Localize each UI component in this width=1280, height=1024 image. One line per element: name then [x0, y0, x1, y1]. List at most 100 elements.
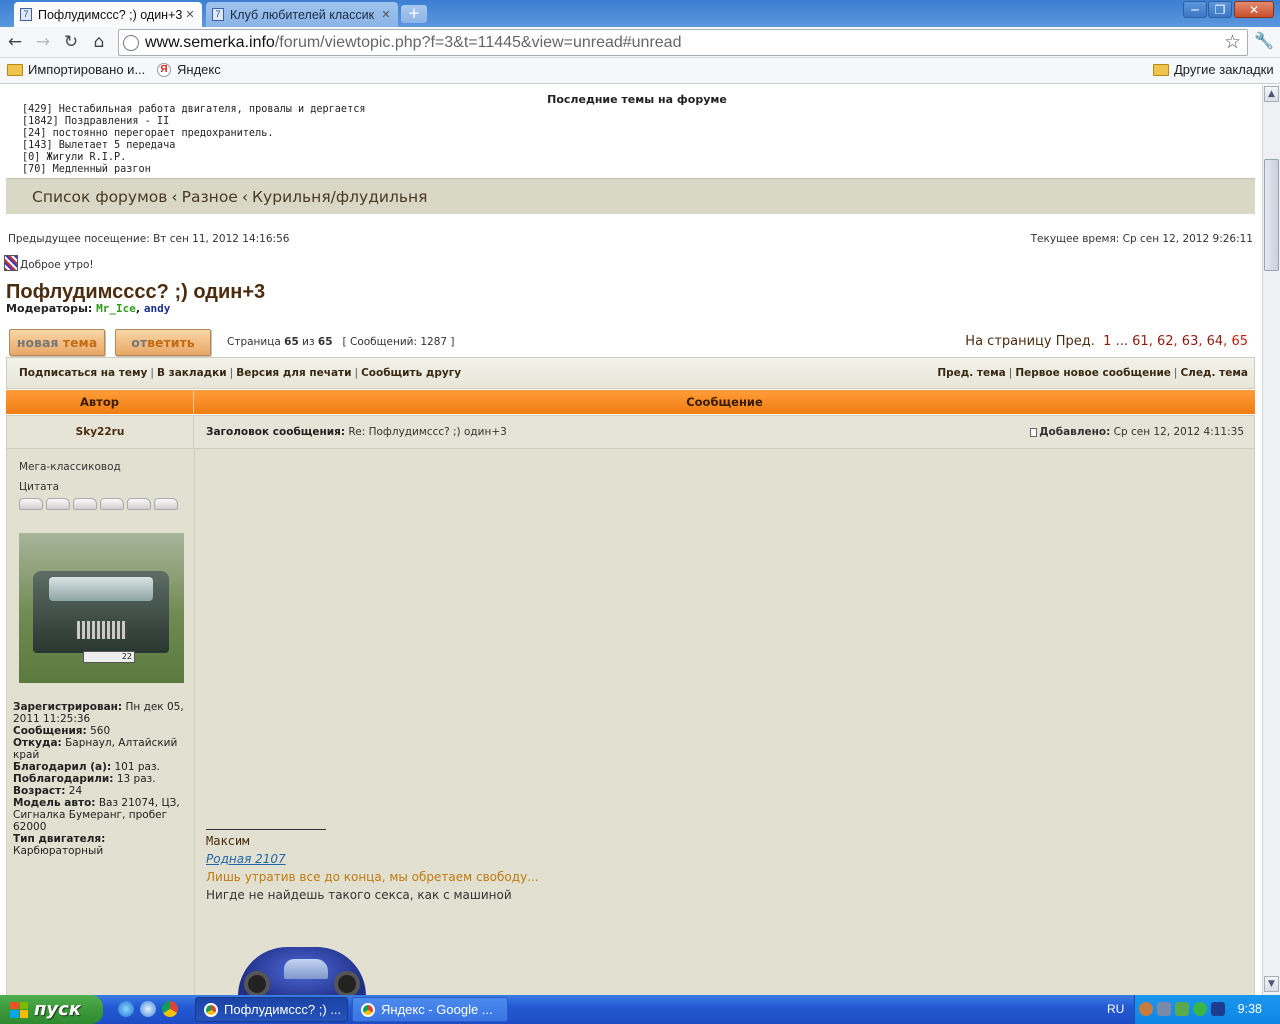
post-date-value: Ср сен 12, 2012 4:11:35: [1113, 426, 1244, 438]
profile-label: Зарегистрирован:: [13, 701, 123, 713]
car-wheel: [334, 971, 360, 995]
close-tab-icon[interactable]: ✕: [184, 8, 196, 21]
rank-car-icon: [46, 498, 70, 510]
pagination-page[interactable]: 64: [1207, 334, 1224, 349]
bookmark-label: Яндекс: [177, 62, 221, 77]
prev-topic-link[interactable]: Пред. тема: [937, 367, 1005, 379]
post-subject-text: Re: Пофлудимссс? ;) один+3: [348, 426, 507, 438]
address-bar[interactable]: www.semerka.info/forum/viewtopic.php?f=3…: [118, 29, 1248, 56]
page-viewport: Последние темы на форуме [429] Нестабиль…: [0, 85, 1262, 995]
user-rank: Мега-классиковод: [19, 461, 121, 473]
bookmark-topic-link[interactable]: В закладки: [157, 367, 227, 379]
profile-row: Сообщения: 560: [13, 725, 187, 737]
latest-topic-link[interactable]: [429] Нестабильная работа двигателя, про…: [22, 104, 365, 116]
latest-topic-link[interactable]: [143] Вылетает 5 передача: [22, 140, 365, 152]
rank-car-icon: [100, 498, 124, 510]
signature-name: Максим: [206, 834, 250, 848]
language-indicator[interactable]: RU: [1107, 1002, 1124, 1016]
moderators: Модераторы: Mr_Ice, andy: [6, 302, 171, 315]
taskbar: пуск Пофлудимссс? ;) ... Яндекс - Google…: [0, 995, 1280, 1024]
chrome-icon[interactable]: [162, 1001, 178, 1017]
signature-car-image: [228, 937, 370, 995]
avatar-plate: 22: [83, 651, 135, 663]
profile-label: Сообщения:: [13, 725, 87, 737]
breadcrumb-separator: ‹: [241, 188, 249, 206]
taskbar-item-yandex[interactable]: Яндекс - Google ...: [352, 997, 508, 1022]
breadcrumb-forums[interactable]: Список форумов: [32, 188, 167, 206]
bookmark-imported[interactable]: Импортировано и...: [7, 62, 145, 77]
new-topic-button[interactable]: новая тема: [9, 329, 105, 356]
forward-icon[interactable]: →: [32, 31, 54, 53]
pagination-ellipsis: ...: [1115, 334, 1128, 349]
desktop-icon[interactable]: [140, 1001, 156, 1017]
folder-icon: [1153, 63, 1169, 76]
moderator-link[interactable]: Mr_Ice: [96, 302, 136, 315]
reply-button[interactable]: ответить: [115, 329, 211, 356]
first-unread-link[interactable]: Первое новое сообщение: [1015, 367, 1171, 379]
car-wheel: [244, 971, 270, 995]
post-author[interactable]: Sky22ru: [7, 416, 194, 448]
taskbar-item-forum[interactable]: Пофлудимссс? ;) ...: [195, 997, 348, 1022]
pagination-prev[interactable]: Пред.: [1056, 334, 1095, 349]
new-tab-button[interactable]: +: [401, 5, 427, 23]
pagination-page[interactable]: 61: [1132, 334, 1149, 349]
wrench-icon[interactable]: 🔧: [1254, 31, 1274, 50]
vertical-scrollbar[interactable]: ▲ ▼: [1262, 85, 1280, 995]
pagination-page[interactable]: 62: [1157, 334, 1174, 349]
minimize-icon[interactable]: ─: [1183, 1, 1207, 18]
latest-topic-link[interactable]: [24] постоянно перегорает предохранитель…: [22, 128, 365, 140]
maximize-icon[interactable]: ❐: [1208, 1, 1232, 18]
close-icon[interactable]: ✕: [1234, 1, 1274, 18]
pagination-page[interactable]: 1: [1103, 334, 1111, 349]
tab-forum-topic[interactable]: 7 Пофлудимссс? ;) один+3 ✕: [14, 2, 202, 27]
latest-topic-link[interactable]: [70] Медленный разгон: [22, 164, 365, 176]
taskbar-item-label: Пофлудимссс? ;) ...: [224, 1002, 342, 1017]
signature-link[interactable]: Родная 2107: [206, 850, 539, 868]
antivirus-icon[interactable]: [1193, 1002, 1207, 1016]
ie-icon[interactable]: [118, 1001, 134, 1017]
tab-title: Клуб любителей классик: [230, 7, 375, 22]
scroll-thumb[interactable]: [1264, 159, 1279, 271]
profile-label: Возраст:: [13, 785, 66, 797]
post-body: Мега-классиковод Цитата 22 Зарегистриров…: [6, 449, 1255, 995]
close-tab-icon[interactable]: ✕: [380, 8, 392, 21]
broken-image-icon: [4, 255, 18, 271]
quote-label: Цитата: [19, 481, 60, 493]
profile-row: Поблагодарили: 13 раз.: [13, 773, 187, 785]
post-date: Добавлено: Ср сен 12, 2012 4:11:35: [1030, 426, 1244, 438]
next-topic-link[interactable]: След. тема: [1180, 367, 1248, 379]
profile-value: 101 раз.: [114, 761, 160, 773]
scroll-up-icon[interactable]: ▲: [1264, 86, 1279, 102]
start-button[interactable]: пуск: [0, 995, 103, 1024]
bluetooth-icon[interactable]: [1211, 1002, 1225, 1016]
tray-expand-icon[interactable]: [1139, 1002, 1153, 1016]
rank-car-icon: [127, 498, 151, 510]
current-time: Текущее время: Ср сен 12, 2012 9:26:11: [1030, 233, 1253, 245]
latest-topic-link[interactable]: [0] Жигули R.I.P.: [22, 152, 365, 164]
print-version-link[interactable]: Версия для печати: [236, 367, 351, 379]
page-info-prefix: Страница: [227, 336, 281, 348]
bookmark-star-icon[interactable]: ☆: [1224, 31, 1241, 54]
tab-strip: 7 Пофлудимссс? ;) один+3 ✕ 7 Клуб любите…: [0, 0, 1280, 27]
scroll-down-icon[interactable]: ▼: [1264, 976, 1279, 992]
back-icon[interactable]: ←: [4, 31, 26, 53]
rank-car-icon: [73, 498, 97, 510]
home-icon[interactable]: ⌂: [88, 31, 110, 53]
rank-stars: [19, 498, 178, 510]
email-friend-link[interactable]: Сообщить другу: [361, 367, 461, 379]
latest-topic-link[interactable]: [1842] Поздравления - II: [22, 116, 365, 128]
breadcrumb-flood[interactable]: Курильня/флудильня: [252, 188, 427, 206]
pagination-page[interactable]: 63: [1182, 334, 1199, 349]
other-bookmarks[interactable]: Другие закладки: [1153, 62, 1274, 77]
bookmark-yandex[interactable]: Я Яндекс: [157, 62, 221, 77]
app-tray-icon[interactable]: [1175, 1002, 1189, 1016]
avatar-grill: [77, 621, 127, 639]
moderator-link[interactable]: andy: [144, 302, 171, 315]
network-icon[interactable]: [1157, 1002, 1171, 1016]
reload-icon[interactable]: ↻: [60, 31, 82, 53]
subscribe-link[interactable]: Подписаться на тему: [19, 367, 147, 379]
topic-title[interactable]: Пофлудимсссс? ;) один+3: [6, 281, 265, 304]
tab-classic-club[interactable]: 7 Клуб любителей классик ✕: [206, 2, 398, 27]
breadcrumb-misc[interactable]: Разное: [182, 188, 238, 206]
post-link-icon[interactable]: [1030, 427, 1038, 437]
